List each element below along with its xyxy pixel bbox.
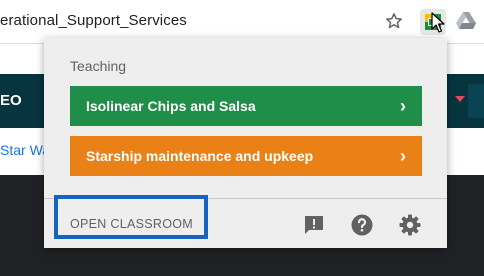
- class-button-starship[interactable]: Starship maintenance and upkeep ›: [70, 136, 422, 176]
- help-icon[interactable]: [350, 213, 374, 237]
- feedback-icon[interactable]: [302, 213, 326, 237]
- highlight-box: [54, 195, 208, 239]
- google-drive-icon[interactable]: [456, 12, 476, 30]
- section-title: Teaching: [70, 58, 127, 74]
- page-link[interactable]: Star Wa: [0, 142, 50, 158]
- star-icon[interactable]: [384, 11, 404, 31]
- url-text[interactable]: erational_Support_Services: [0, 12, 187, 29]
- settings-icon[interactable]: [398, 213, 422, 237]
- dropdown-caret-icon[interactable]: [455, 96, 465, 102]
- class-name: Starship maintenance and upkeep: [86, 148, 314, 164]
- class-button-isolinear[interactable]: Isolinear Chips and Salsa ›: [70, 86, 422, 126]
- classroom-popup: Teaching Isolinear Chips and Salsa › Sta…: [44, 38, 447, 248]
- header-side-panel: [468, 84, 484, 118]
- chevron-right-icon: ›: [400, 145, 406, 166]
- chevron-right-icon: ›: [400, 95, 406, 116]
- class-name: Isolinear Chips and Salsa: [86, 98, 256, 114]
- page-logo: EO: [0, 92, 22, 109]
- mouse-cursor-icon: [431, 12, 445, 33]
